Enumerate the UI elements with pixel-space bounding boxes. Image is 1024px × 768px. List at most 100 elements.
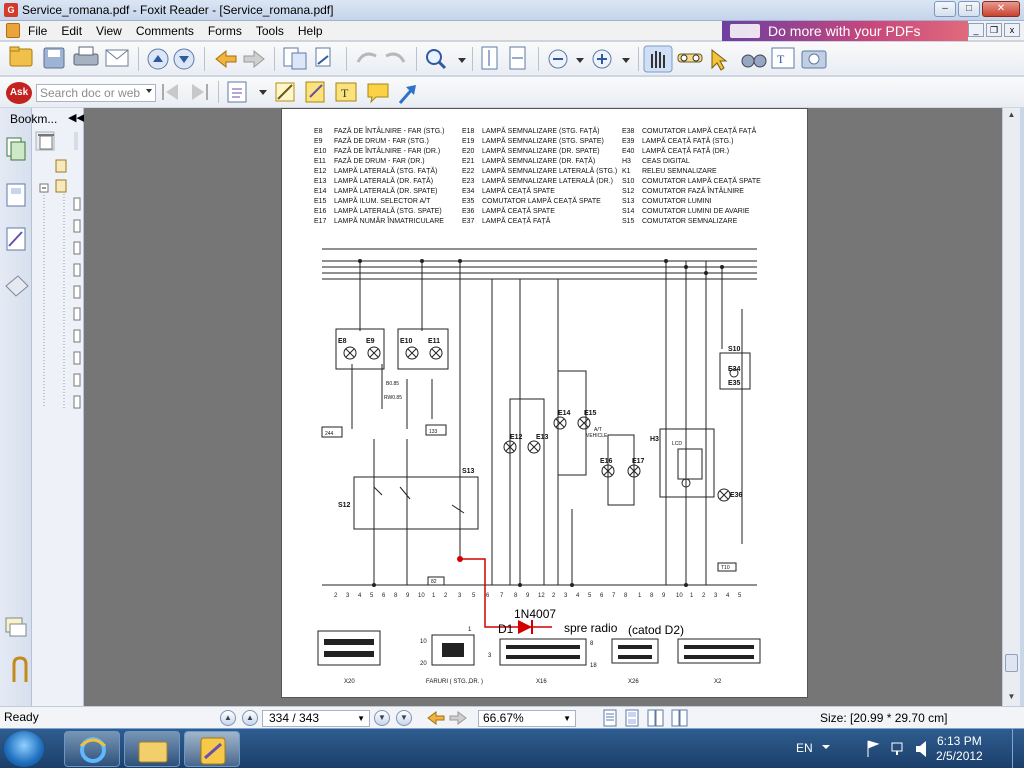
scroll-thumb[interactable]: [1005, 654, 1018, 672]
menu-comments[interactable]: Comments: [136, 24, 194, 38]
previous-page-button[interactable]: ▲: [242, 710, 258, 726]
page-number-input[interactable]: 334 / 343 ▼: [262, 710, 370, 727]
attachment-clip-icon[interactable]: [12, 656, 28, 682]
scroll-down-arrow-icon[interactable]: ▼: [1006, 692, 1017, 703]
taskbar-file-explorer[interactable]: [124, 731, 180, 767]
zoom-in-icon[interactable]: [592, 49, 612, 69]
email-icon[interactable]: [105, 49, 129, 67]
zoom-out-icon[interactable]: [548, 49, 568, 69]
diode-symbol-icon: [518, 620, 532, 634]
action-center-flag-icon[interactable]: [867, 740, 880, 757]
svg-text:10: 10: [418, 593, 425, 599]
page-down-icon[interactable]: [173, 48, 195, 70]
fit-width-icon[interactable]: [509, 46, 526, 70]
menu-file[interactable]: File: [28, 24, 47, 38]
vertical-scrollbar[interactable]: ▲ ▼: [1002, 108, 1020, 706]
text-viewer-icon[interactable]: T: [771, 47, 795, 69]
menu-view[interactable]: View: [96, 24, 122, 38]
page-dropdown-icon[interactable]: ▼: [357, 711, 365, 726]
doc-restore-button[interactable]: ❐: [986, 23, 1002, 37]
comment-bubble-icon[interactable]: [367, 83, 389, 104]
signatures-icon[interactable]: [6, 227, 26, 251]
maximize-button[interactable]: □: [958, 1, 980, 17]
zoom-out-dropdown-icon[interactable]: [576, 58, 584, 63]
doc-minimize-button[interactable]: _: [968, 23, 984, 37]
foxit-app-icon[interactable]: G: [4, 3, 18, 17]
extract-pages-icon[interactable]: [283, 47, 307, 70]
note-pad-icon[interactable]: [305, 81, 325, 103]
status-forward-icon[interactable]: [449, 711, 467, 725]
open-icon[interactable]: [9, 46, 33, 67]
typewriter-dropdown-icon[interactable]: [259, 90, 267, 95]
redo-icon[interactable]: [385, 52, 406, 63]
scroll-up-arrow-icon[interactable]: ▲: [1006, 110, 1017, 121]
svg-text:2: 2: [702, 593, 706, 599]
status-back-icon[interactable]: [427, 711, 445, 725]
taskbar-clock[interactable]: 6:13 PM 2/5/2012: [936, 734, 983, 764]
comments-panel-icon[interactable]: [5, 617, 27, 637]
first-page-button[interactable]: ▲: [220, 710, 236, 726]
undo-icon[interactable]: [356, 52, 377, 63]
last-page-icon[interactable]: [192, 84, 208, 100]
network-icon[interactable]: [891, 742, 903, 755]
select-arrow-icon[interactable]: [711, 48, 728, 71]
first-page-icon[interactable]: [162, 84, 178, 100]
volume-icon[interactable]: [916, 741, 926, 757]
zoom-level-select[interactable]: 66.67% ▼: [478, 710, 576, 727]
arrow-tool-icon[interactable]: [398, 85, 416, 104]
print-icon[interactable]: [73, 46, 99, 66]
menu-forms[interactable]: Forms: [208, 24, 242, 38]
language-indicator[interactable]: EN: [796, 741, 813, 755]
doc-close-button[interactable]: x: [1004, 23, 1020, 37]
forward-arrow-icon[interactable]: [243, 49, 265, 69]
insert-pages-icon[interactable]: [315, 47, 331, 67]
facing-view-icon[interactable]: [647, 709, 664, 727]
single-page-view-icon[interactable]: [603, 709, 617, 727]
zoom-dropdown-icon[interactable]: [458, 58, 466, 63]
svg-text:8: 8: [514, 593, 518, 599]
svg-text:5: 5: [588, 593, 592, 599]
hand-tool-icon[interactable]: [643, 45, 673, 73]
show-hidden-icons-icon[interactable]: [822, 745, 830, 749]
last-page-button[interactable]: ▼: [396, 710, 412, 726]
text-box-icon[interactable]: T: [335, 82, 357, 102]
highlight-pen-icon[interactable]: [275, 82, 295, 102]
svg-text:7: 7: [500, 593, 504, 599]
layers-icon[interactable]: [6, 183, 26, 207]
pages-icon[interactable]: [6, 137, 26, 161]
continuous-view-icon[interactable]: [625, 709, 639, 727]
zoom-in-dropdown-icon[interactable]: [622, 58, 630, 63]
continuous-facing-view-icon[interactable]: [671, 709, 688, 727]
document-icon[interactable]: [6, 23, 20, 38]
menu-tools[interactable]: Tools: [256, 24, 284, 38]
connector-x26-label: X26: [628, 679, 639, 685]
typewriter-icon[interactable]: [227, 81, 247, 103]
start-button[interactable]: [4, 731, 44, 767]
attachments-list-icon[interactable]: [5, 275, 29, 297]
pdf-page[interactable]: E8 FAZĂ DE ÎNTÂLNIRE - FAR (STG.) E9 FAZĂ D…: [281, 108, 808, 698]
save-icon[interactable]: [43, 47, 65, 69]
snapshot-camera-icon[interactable]: [801, 50, 827, 69]
menu-edit[interactable]: Edit: [61, 24, 82, 38]
snapshot-binoculars-icon[interactable]: [741, 54, 767, 68]
svg-text:2: 2: [444, 593, 448, 599]
minimize-button[interactable]: –: [934, 1, 956, 17]
fit-page-icon[interactable]: [481, 46, 498, 70]
menu-help[interactable]: Help: [298, 24, 323, 38]
taskbar-foxit-reader[interactable]: [184, 731, 240, 767]
zoom-tool-icon[interactable]: [426, 49, 447, 70]
back-arrow-icon[interactable]: [215, 49, 237, 69]
svg-text:1: 1: [690, 593, 694, 599]
svg-text:7: 7: [612, 593, 616, 599]
promo-banner[interactable]: Do more with your PDFs: [722, 21, 968, 41]
search-dropdown-icon[interactable]: [146, 89, 152, 93]
zoom-level-dropdown-icon[interactable]: ▼: [563, 711, 571, 726]
show-desktop-button[interactable]: [1012, 729, 1024, 768]
close-button[interactable]: ✕: [982, 1, 1020, 17]
next-page-button[interactable]: ▼: [374, 710, 390, 726]
delete-bookmark-icon[interactable]: [38, 134, 54, 150]
status-ready: Ready: [4, 710, 39, 724]
taskbar-internet-explorer[interactable]: [64, 731, 120, 767]
page-up-icon[interactable]: [147, 48, 169, 70]
text-select-icon[interactable]: [677, 53, 703, 63]
